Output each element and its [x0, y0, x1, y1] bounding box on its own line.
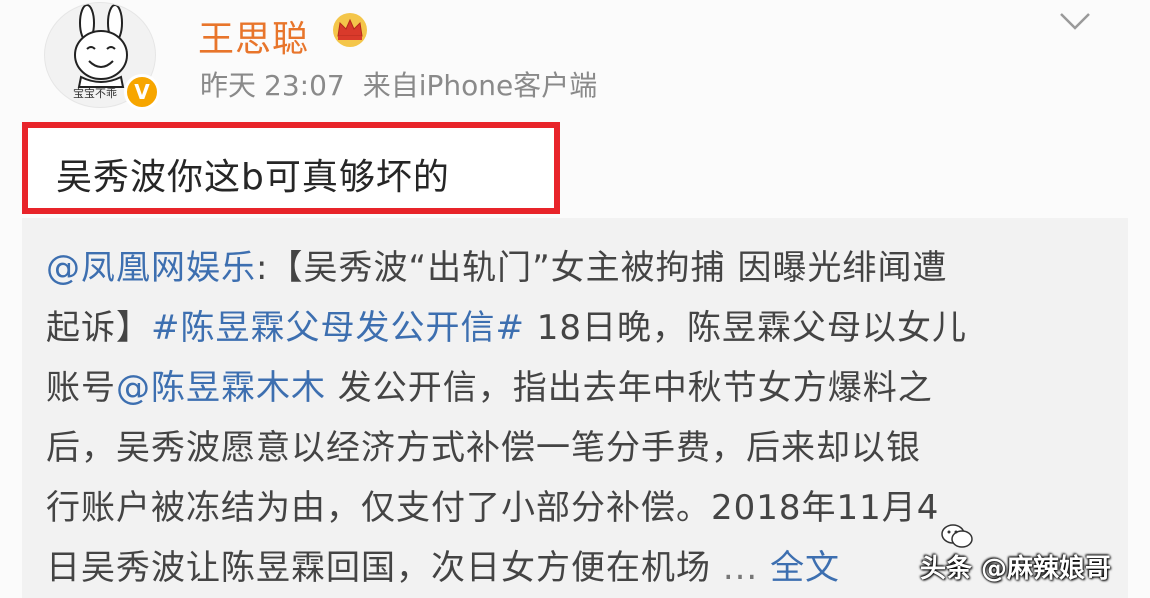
- repost-line-3: 账号@陈昱霖木木 发公开信，指出去年中秋节女方爆料之: [46, 360, 933, 409]
- repost-text: 18日晚，陈昱霖父母以女儿: [524, 308, 968, 348]
- post-text: 吴秀波你这b可真够坏的: [56, 157, 450, 198]
- repost-text: 日吴秀波让陈昱霖回国，次日女方便在机场: [46, 548, 723, 588]
- avatar-caption: 宝宝不乖: [73, 87, 117, 100]
- repost-line-2: 起诉】#陈昱霖父母发公开信# 18日晚，陈昱霖父母以女儿: [46, 300, 967, 349]
- post-meta: 昨天 23:07 来自iPhone客户端: [200, 64, 597, 104]
- repost-text: 账号: [46, 368, 116, 408]
- expand-full-text-link[interactable]: 全文: [770, 548, 840, 588]
- post-date: 昨天: [200, 69, 257, 102]
- chevron-down-icon[interactable]: [1058, 10, 1092, 32]
- mention-link[interactable]: @陈昱霖木木: [116, 368, 326, 408]
- wechat-icon: [941, 524, 973, 548]
- post-source: 来自iPhone客户端: [362, 69, 598, 102]
- repost-line-4: 后，吴秀波愿意以经济方式补偿一笔分手费，后来却以银: [46, 428, 921, 468]
- repost-line-5: 行账户被冻结为由，仅支付了小部分补偿。2018年11月4: [46, 488, 940, 528]
- repost-line-1: @凤凰网娱乐:【吴秀波“出轨门”女主被拘捕 因曝光绯闻遭: [46, 240, 948, 289]
- repost-text: 起诉】: [46, 308, 151, 348]
- repost-text: :【吴秀波“出轨门”女主被拘捕 因曝光绯闻遭: [256, 248, 948, 288]
- post-time: 23:07: [264, 69, 345, 102]
- hashtag-link[interactable]: #陈昱霖父母发公开信#: [151, 308, 525, 348]
- mention-link[interactable]: @凤凰网娱乐: [46, 248, 256, 288]
- repost-line-6: 日吴秀波让陈昱霖回国，次日女方便在机场 ... 全文: [46, 540, 840, 589]
- crown-icon[interactable]: [330, 12, 370, 48]
- ellipsis: ...: [722, 548, 759, 588]
- username[interactable]: 王思聪: [198, 10, 309, 62]
- highlighted-post-text: 吴秀波你这b可真够坏的: [22, 122, 560, 214]
- repost-text: 发公开信，指出去年中秋节女方爆料之: [326, 368, 933, 408]
- watermark: 头条 @麻辣娘哥: [920, 554, 1112, 584]
- verified-badge-icon: V: [124, 74, 160, 110]
- weibo-post: 宝宝不乖 V 王思聪 昨天 23:07 来自iPhone客户端 吴秀波你这b可真够坏…: [0, 0, 1150, 598]
